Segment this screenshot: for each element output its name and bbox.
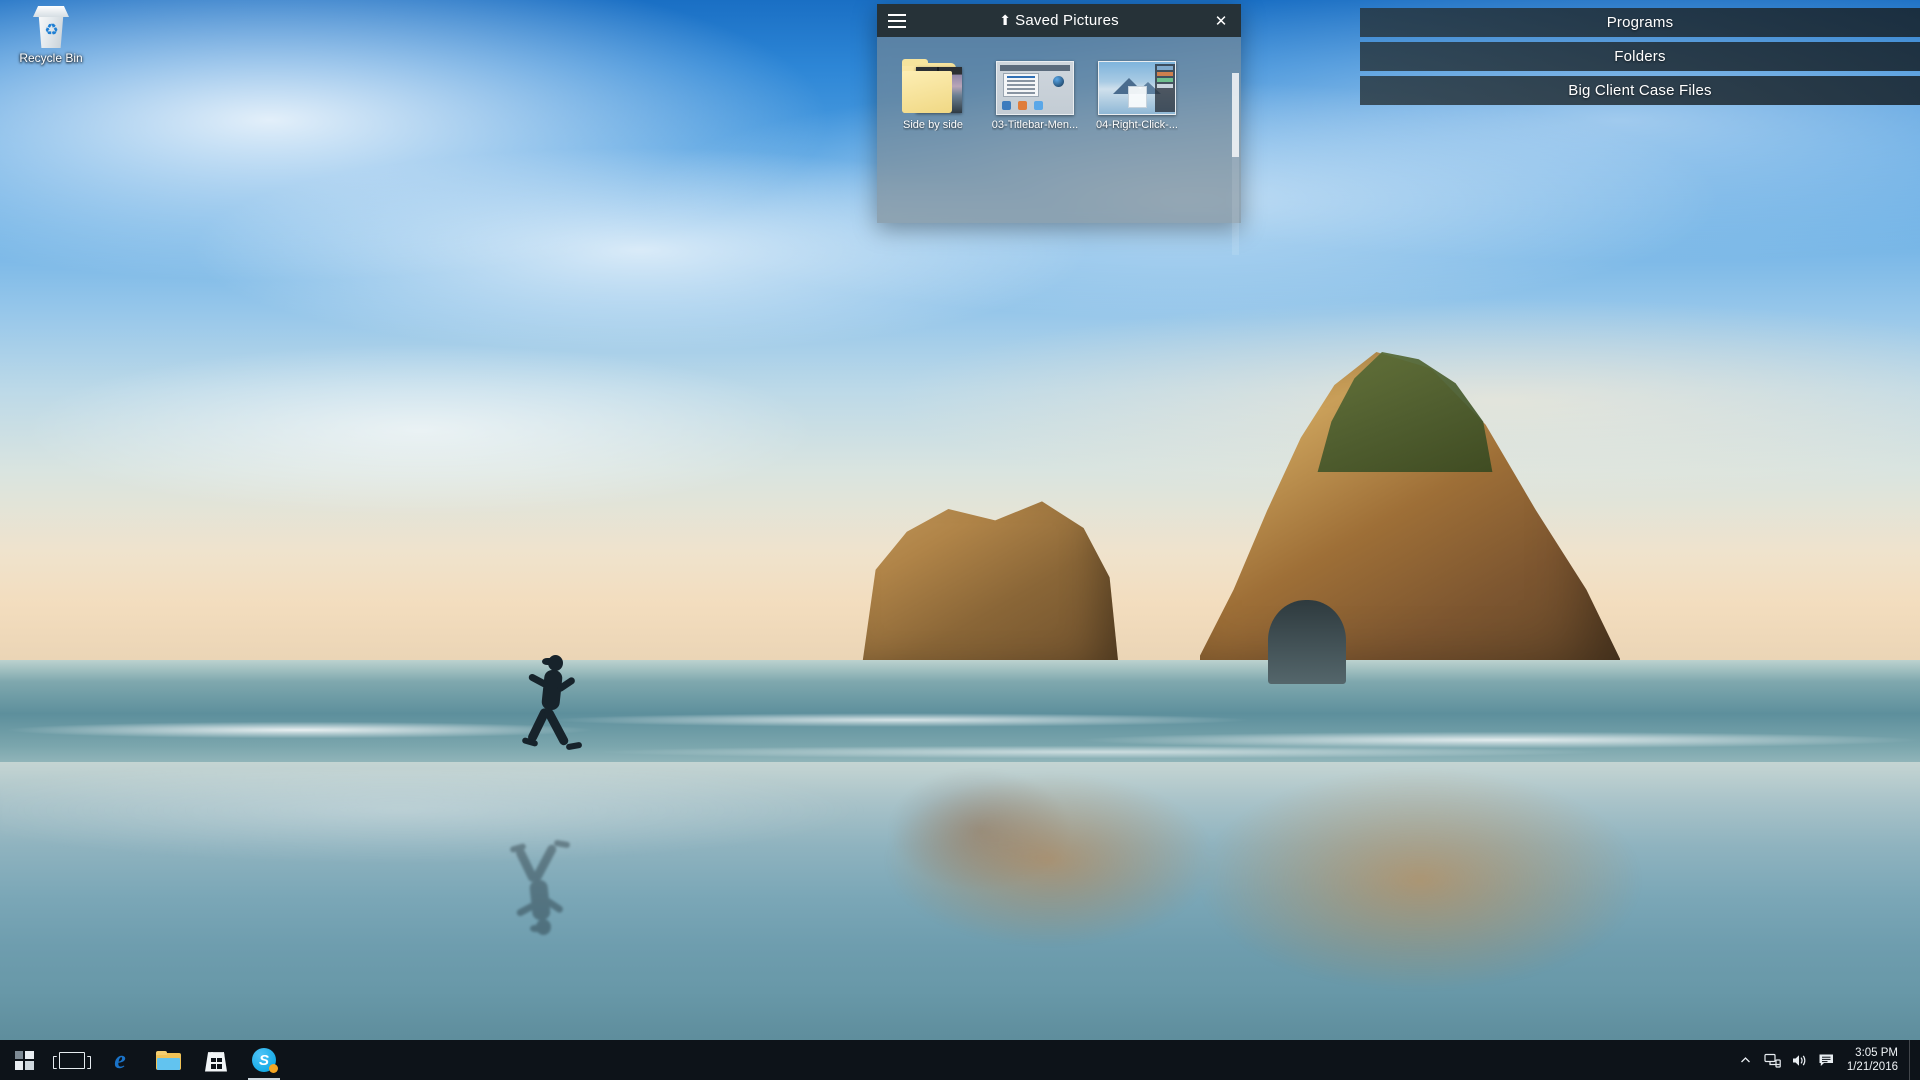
windows-start-icon	[14, 1050, 34, 1070]
start-button[interactable]	[0, 1040, 48, 1080]
skype-letter: S	[258, 1051, 269, 1069]
wallpaper-surf	[0, 700, 1920, 770]
vertical-scrollbar[interactable]	[1232, 73, 1239, 255]
clock-time: 3:05 PM	[1855, 1047, 1898, 1059]
microsoft-store-icon	[205, 1052, 227, 1072]
menu-bar-programs[interactable]: Programs	[1360, 8, 1920, 37]
recycle-bin-icon: ♻	[31, 6, 71, 48]
task-view-icon	[53, 1051, 91, 1069]
file-explorer-button[interactable]	[144, 1040, 192, 1080]
taskbar[interactable]: e S 3:05 PM 1/21/2016	[0, 1040, 1920, 1080]
desktop-menu-bars: Programs Folders Big Client Case Files	[1360, 8, 1920, 110]
file-name-label: 04-Right-Click-...	[1096, 119, 1178, 131]
menu-bar-label: Big Client Case Files	[1568, 82, 1712, 99]
network-icon[interactable]	[1759, 1040, 1786, 1080]
desktop-icon-label: Recycle Bin	[19, 51, 83, 65]
screenshot-thumbnail-icon	[1098, 61, 1176, 115]
desktop-icon-recycle-bin[interactable]: ♻ Recycle Bin	[8, 6, 94, 65]
list-item[interactable]: 04-Right-Click-...	[1093, 47, 1181, 131]
window-title: ⬆ Saved Pictures	[877, 12, 1241, 29]
wallpaper-arch-opening	[1268, 600, 1346, 684]
speaker-icon[interactable]	[1786, 1040, 1813, 1080]
task-view-button[interactable]	[48, 1040, 96, 1080]
file-name-label: Side by side	[903, 119, 963, 131]
notification-icon[interactable]	[1813, 1040, 1840, 1080]
skype-button[interactable]: S	[240, 1040, 288, 1080]
list-item[interactable]: Side by side	[889, 47, 977, 131]
clock-date: 1/21/2016	[1846, 1061, 1898, 1073]
system-tray[interactable]: 3:05 PM 1/21/2016	[1732, 1040, 1920, 1080]
hamburger-menu-icon[interactable]	[877, 4, 917, 37]
scrollbar-thumb[interactable]	[1232, 73, 1239, 157]
file-name-label: 03-Titlebar-Men...	[991, 119, 1079, 131]
up-arrow-icon: ⬆	[999, 12, 1012, 28]
skype-icon: S	[252, 1048, 278, 1073]
window-titlebar[interactable]: ⬆ Saved Pictures ✕	[877, 4, 1241, 37]
edge-browser-icon: e	[114, 1045, 126, 1074]
folder-with-preview-icon	[902, 59, 964, 115]
menu-bar-label: Folders	[1614, 48, 1666, 65]
wallpaper-runner-reflection	[500, 800, 590, 935]
menu-bar-big-client-case-files[interactable]: Big Client Case Files	[1360, 76, 1920, 105]
menu-bar-folders[interactable]: Folders	[1360, 42, 1920, 71]
window-title-text: Saved Pictures	[1015, 12, 1119, 29]
screenshot-thumbnail-icon	[996, 61, 1074, 115]
show-desktop-button[interactable]	[1909, 1040, 1916, 1080]
wallpaper-runner	[512, 655, 592, 785]
close-icon[interactable]: ✕	[1201, 4, 1241, 37]
chevron-up-icon[interactable]	[1732, 1040, 1759, 1080]
file-list-area[interactable]: Side by side 03-Titlebar-Men... 04-Right…	[877, 37, 1241, 255]
taskbar-clock[interactable]: 3:05 PM 1/21/2016	[1840, 1040, 1909, 1080]
skype-status-badge	[269, 1064, 278, 1073]
store-button[interactable]	[192, 1040, 240, 1080]
saved-pictures-window[interactable]: ⬆ Saved Pictures ✕ Side by side 03-Title…	[877, 4, 1241, 255]
edge-button[interactable]: e	[96, 1040, 144, 1080]
list-item[interactable]: 03-Titlebar-Men...	[991, 47, 1079, 131]
file-explorer-icon	[155, 1050, 181, 1070]
wallpaper-reflection	[0, 770, 1920, 1030]
menu-bar-label: Programs	[1606, 14, 1674, 31]
